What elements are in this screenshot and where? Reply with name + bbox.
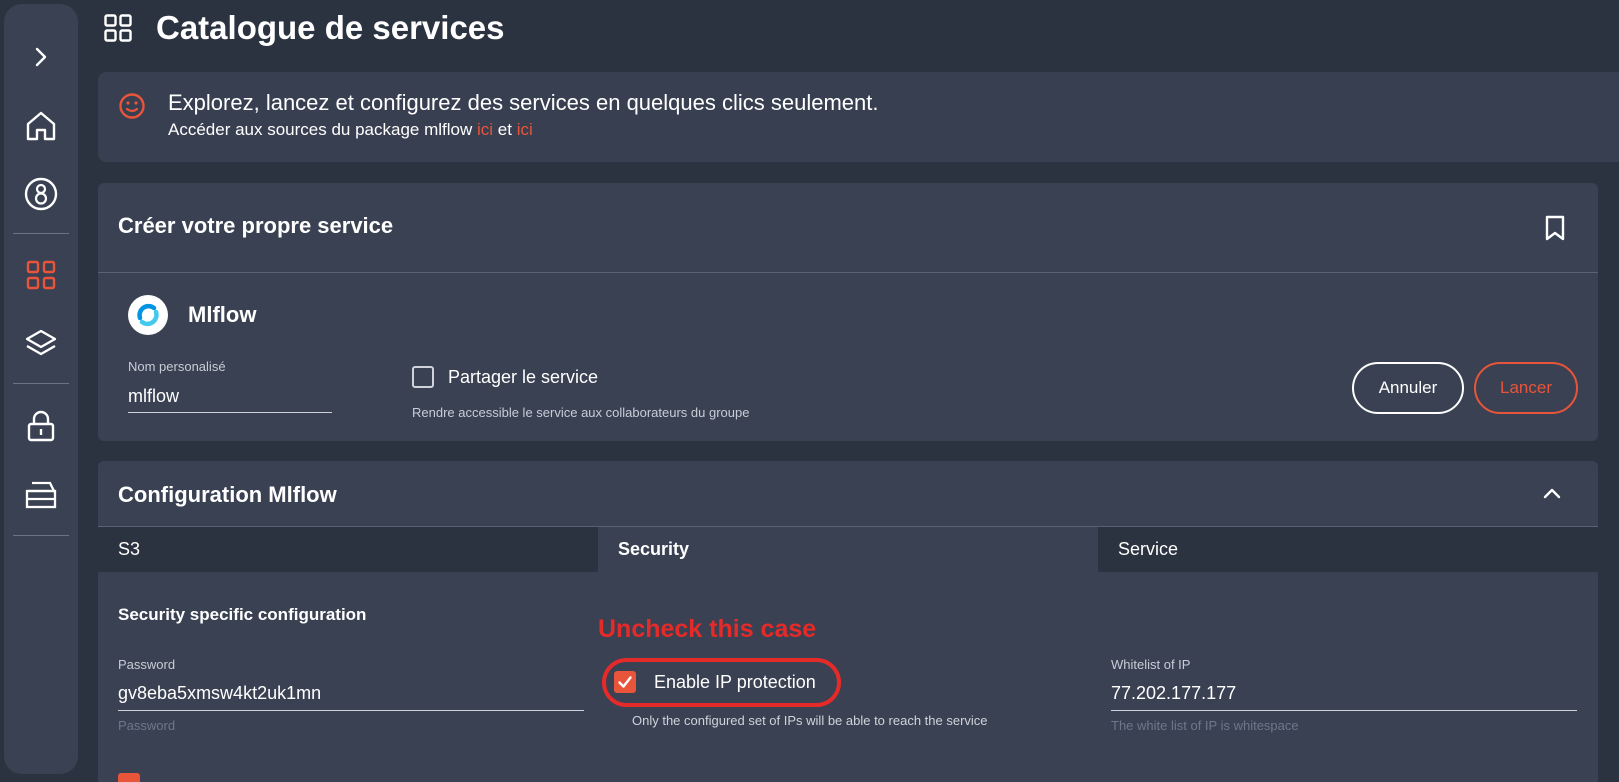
ip-protection-checkbox[interactable]: Enable IP protection [614,671,816,693]
mlflow-logo [128,295,168,335]
password-field[interactable] [118,677,584,711]
tab-s3[interactable]: S3 [98,527,598,572]
banner-heading: Explorez, lancez et configurez des servi… [168,90,879,115]
create-service-title: Créer votre propre service [118,213,394,238]
configuration-card: Configuration Mlflow S3 Security Service… [98,461,1598,782]
password-label: Password [118,657,176,672]
sidebar-item-file-explorer[interactable] [4,467,78,523]
grid-icon [26,260,56,290]
page-title: Catalogue de services [156,9,505,46]
chevron-up-icon[interactable] [1542,486,1562,500]
share-service-help: Rendre accessible le service aux collabo… [412,405,750,420]
service-name: Mlflow [188,302,257,327]
annotation-label: Uncheck this case [598,615,817,643]
grid-icon [104,14,132,42]
custom-name-input[interactable] [128,381,332,413]
tab-service[interactable]: Service [1098,527,1598,572]
page-header: Catalogue de services [104,8,505,48]
cancel-button[interactable]: Annuler [1352,362,1464,414]
whitelist-field[interactable] [1111,677,1577,711]
banner-text-prefix: Accéder aux sources du package mlflow [168,120,477,139]
next-checkbox-partial[interactable] [118,773,140,782]
launch-button[interactable]: Lancer [1474,362,1578,414]
sidebar-item-secrets[interactable] [4,398,78,454]
tab-security[interactable]: Security [598,527,1098,572]
chevron-right-icon [35,47,47,67]
mlflow-logo-icon [137,303,159,327]
sidebar-divider [13,535,69,536]
password-help: Password [118,718,176,733]
sidebar-item-my-services[interactable] [4,316,78,372]
card-divider [98,272,1598,273]
lock-icon [27,410,55,442]
sidebar-divider [13,383,69,384]
configuration-title: Configuration Mlflow [118,482,337,507]
sources-link-1[interactable]: ici [477,120,493,139]
checkmark-icon [618,676,632,688]
whitelist-label: Whitelist of IP [1111,657,1191,672]
sidebar-item-catalog[interactable] [4,247,78,303]
sidebar-item-home[interactable] [4,98,78,154]
sidebar [4,4,78,774]
layers-icon [25,329,57,356]
smile-icon [119,93,145,119]
custom-name-label: Nom personalisé [128,359,226,374]
tray-icon [25,481,57,509]
section-title: Security specific configuration [118,605,367,624]
banner-subtext: Accéder aux sources du package mlflow ic… [168,120,533,140]
home-icon [26,111,56,141]
ip-protection-label: Enable IP protection [654,671,816,692]
ip-checkbox-box[interactable] [614,671,636,693]
account-icon [24,177,58,211]
share-service-checkbox[interactable]: Partager le service [412,366,598,388]
create-service-card: Créer votre propre service Mlflow Nom pe… [98,183,1598,441]
banner-text-mid: et [493,120,517,139]
share-checkbox-box[interactable] [412,366,434,388]
info-banner: Explorez, lancez et configurez des servi… [98,72,1619,162]
ip-protection-help: Only the configured set of IPs will be a… [632,713,988,728]
share-service-label: Partager le service [448,366,599,387]
expand-sidebar-button[interactable] [4,29,78,85]
bookmark-icon[interactable] [1544,215,1566,241]
sources-link-2[interactable]: ici [517,120,533,139]
config-tabs: S3 Security Service [98,526,1598,572]
whitelist-help: The white list of IP is whitespace [1111,718,1299,733]
sidebar-divider [13,233,69,234]
sidebar-item-account[interactable] [4,166,78,222]
